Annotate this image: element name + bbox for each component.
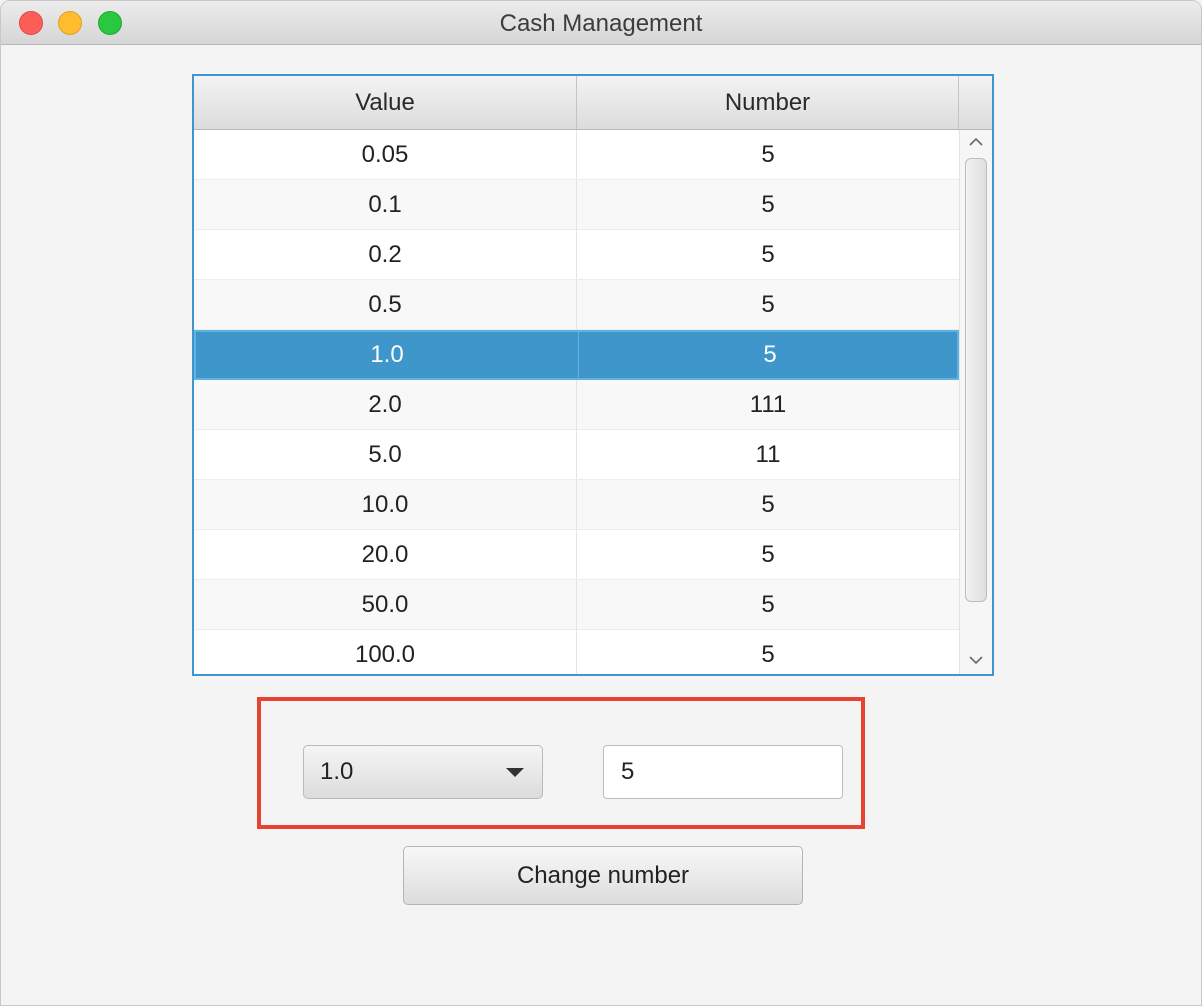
- table-row[interactable]: 0.2 5: [194, 230, 959, 280]
- cell-value: 2.0: [194, 380, 577, 429]
- title-bar: Cash Management: [1, 1, 1201, 45]
- cell-number: 5: [761, 141, 775, 168]
- chevron-up-icon[interactable]: [960, 130, 992, 156]
- table-header: Value Number: [194, 76, 992, 130]
- column-header-value[interactable]: Value: [194, 76, 577, 129]
- window-title: Cash Management: [499, 10, 703, 37]
- cell-number: 111: [749, 391, 787, 418]
- caret-down-icon: [506, 768, 524, 777]
- value-dropdown[interactable]: 1.0: [303, 745, 543, 799]
- cell-number: 5: [761, 241, 775, 268]
- cell-value: 0.2: [194, 230, 577, 279]
- cell-value: 5.0: [194, 430, 577, 479]
- cell-number: 5: [761, 291, 775, 318]
- change-number-button[interactable]: Change number: [403, 846, 803, 905]
- table-row[interactable]: 5.0 11: [194, 430, 959, 480]
- table-vertical-scrollbar[interactable]: [959, 130, 992, 674]
- cell-number: 5: [761, 191, 775, 218]
- table-row[interactable]: 2.0 111: [194, 380, 959, 430]
- table-row[interactable]: 0.05 5: [194, 130, 959, 180]
- cell-value: 1.0: [196, 332, 579, 378]
- cell-number: 5: [761, 591, 775, 618]
- table-row[interactable]: 50.0 5: [194, 580, 959, 630]
- cell-value: 20.0: [194, 530, 577, 579]
- table-row[interactable]: 10.0 5: [194, 480, 959, 530]
- cell-value: 0.05: [194, 130, 577, 179]
- table-body: 0.05 5 0.1 5 0.2 5 0.5 5 1.0 5 2.0 111 5…: [194, 130, 959, 674]
- table-row[interactable]: 0.1 5: [194, 180, 959, 230]
- cell-value: 50.0: [194, 580, 577, 629]
- table-row[interactable]: 20.0 5: [194, 530, 959, 580]
- cell-number: 5: [763, 341, 777, 368]
- cell-number: 11: [755, 441, 781, 468]
- cell-value: 0.1: [194, 180, 577, 229]
- column-header-number[interactable]: Number: [577, 76, 959, 129]
- cell-number: 5: [761, 641, 775, 668]
- scrollbar-thumb[interactable]: [965, 158, 987, 602]
- number-input[interactable]: [603, 745, 843, 799]
- cash-table[interactable]: Value Number 0.05 5 0.1 5 0.2 5 0.5 5 1.…: [192, 74, 994, 676]
- header-corner: [959, 76, 992, 129]
- table-row[interactable]: 0.5 5: [194, 280, 959, 330]
- cell-number: 5: [761, 541, 775, 568]
- cell-value: 100.0: [194, 630, 577, 674]
- cell-value: 10.0: [194, 480, 577, 529]
- app-window: Cash Management Value Number 0.05 5 0.1 …: [0, 0, 1202, 1006]
- table-row[interactable]: 100.0 5: [194, 630, 959, 674]
- chevron-down-icon[interactable]: [960, 648, 992, 674]
- table-row-selected[interactable]: 1.0 5: [194, 330, 959, 380]
- cell-value: 0.5: [194, 280, 577, 329]
- cell-number: 5: [761, 491, 775, 518]
- value-dropdown-selected: 1.0: [320, 758, 354, 785]
